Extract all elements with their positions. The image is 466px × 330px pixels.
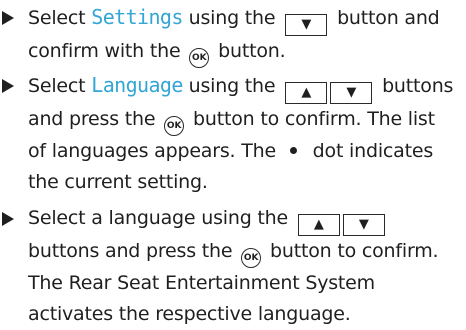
- bullet-triangle-icon: [2, 79, 14, 93]
- instruction-step-settings: Select Settings using the ▼ button and c…: [2, 2, 458, 68]
- bullet-triangle-icon: [2, 11, 14, 25]
- instruction-step-select-language: Select a language using the ▲ ▼ buttons a…: [2, 203, 458, 330]
- ok-button-icon: OK: [189, 48, 210, 68]
- down-button-icon: ▼: [342, 213, 385, 236]
- step-text: Select: [28, 75, 92, 97]
- button-group: ▲ ▼: [285, 81, 373, 104]
- down-button-icon: ▼: [330, 81, 373, 104]
- instruction-page: Select Settings using the ▼ button and c…: [0, 0, 466, 329]
- step-text: button.: [212, 39, 286, 62]
- button-group: ▼: [285, 13, 328, 36]
- down-button-icon: ▼: [285, 13, 328, 36]
- button-group: ▲ ▼: [297, 213, 385, 236]
- ok-button-icon: OK: [164, 116, 185, 136]
- step-text: Select a language using the: [28, 207, 294, 229]
- ok-button-icon: OK: [241, 248, 262, 268]
- menu-term-settings: Settings: [91, 5, 183, 29]
- up-button-icon: ▲: [297, 213, 340, 236]
- step-text: buttons and press the: [28, 239, 239, 262]
- current-setting-dot-icon: [289, 147, 297, 154]
- step-text: using the: [182, 75, 282, 97]
- instruction-step-language: Select Language using the ▲ ▼ buttons and…: [2, 70, 458, 198]
- step-text: Select: [28, 7, 92, 29]
- up-button-icon: ▲: [285, 81, 328, 104]
- menu-term-language: Language: [91, 73, 183, 97]
- bullet-triangle-icon: [2, 212, 14, 226]
- step-text: using the: [182, 7, 282, 29]
